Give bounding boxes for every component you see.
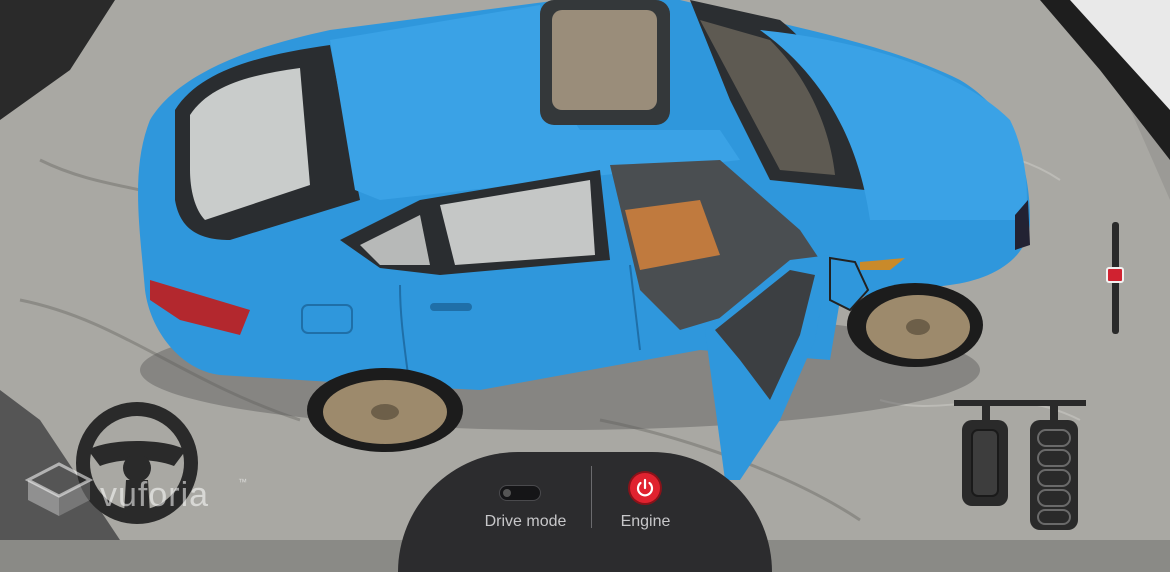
vuforia-watermark: vuforia: [100, 476, 210, 514]
engine-label: Engine: [620, 513, 671, 530]
vuforia-trademark: ™: [238, 477, 247, 487]
power-icon: [636, 478, 654, 497]
drive-mode-label: Drive mode: [484, 513, 567, 530]
drive-mode-toggle[interactable]: [499, 485, 541, 501]
engine-button[interactable]: [630, 473, 660, 503]
pedals-icon[interactable]: [952, 398, 1088, 532]
drive-mode-toggle-knob: [503, 489, 511, 497]
vuforia-logo-icon: [24, 462, 94, 516]
panel-divider: [591, 466, 592, 528]
control-panel: [398, 452, 772, 572]
vertical-slider-thumb[interactable]: [1106, 267, 1124, 283]
